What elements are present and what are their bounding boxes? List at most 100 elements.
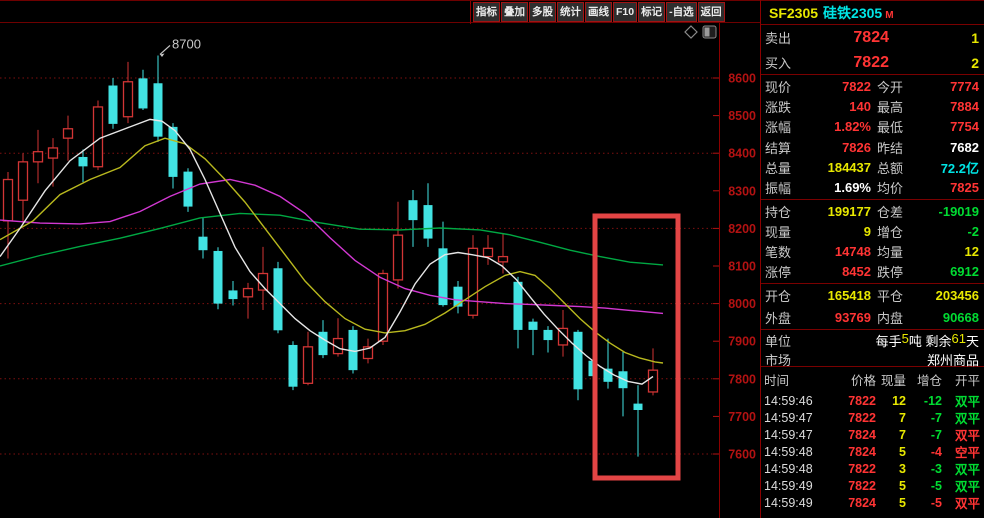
quote-label: 总额	[871, 158, 913, 177]
tape-row: 14:59:4778227-7双平	[761, 408, 984, 425]
axis-label-7800: 7800	[728, 372, 756, 386]
candle-down	[544, 330, 553, 340]
toolbar-button-画线[interactable]: 画线	[585, 2, 612, 22]
tape-row: 14:59:4878223-3双平	[761, 459, 984, 476]
tape-cell-qty: 5	[876, 496, 906, 510]
toolbar-button-指标[interactable]: 指标	[473, 2, 500, 22]
tape-row: 14:59:4978245-5双平	[761, 493, 984, 510]
kline-chart[interactable]: 8700860085008400830082008100800079007800…	[0, 23, 760, 518]
toolbar-button-统计[interactable]: 统计	[557, 2, 584, 22]
tape-cell-time: 14:59:49	[764, 496, 828, 510]
quote-label: 跌停	[871, 262, 913, 281]
quote-label: 开仓	[765, 286, 803, 305]
quote-value: -2	[913, 224, 979, 239]
tape-cell-delta: -4	[906, 445, 942, 459]
tape-cell-delta: -5	[906, 496, 942, 510]
candle-down	[214, 251, 223, 304]
quote-label: 现价	[765, 77, 803, 96]
candle-down	[199, 237, 208, 251]
toolbar-button-叠加[interactable]: 叠加	[501, 2, 528, 22]
tape-cell-qty: 3	[876, 462, 906, 476]
axis-label-8000: 8000	[728, 297, 756, 311]
tape-header-cell: 现量	[876, 370, 906, 389]
info-value: 每手5吨 剩余61天	[876, 331, 979, 350]
candle-down	[139, 78, 148, 108]
tape-header: 时间价格现量增仓开平	[761, 367, 984, 391]
quote-label: 结算	[765, 138, 803, 157]
quote-label: 持仓	[765, 202, 803, 221]
candle-down	[514, 282, 523, 330]
candle-up	[304, 347, 313, 383]
quote-label: 涨跌	[765, 97, 803, 116]
tape-header-cell: 增仓	[906, 370, 942, 389]
candle-up	[469, 248, 478, 315]
tape-row: 14:59:4978225-5双平	[761, 476, 984, 493]
period-flag: M	[885, 10, 893, 21]
quote-value: 165418	[803, 288, 871, 303]
candle-up	[124, 82, 133, 117]
info-seg: 61	[952, 331, 966, 350]
bid-label: 买入	[765, 53, 809, 72]
tape-cell-price: 7824	[828, 428, 876, 442]
tape-cell-delta: -5	[906, 479, 942, 493]
quote-row: 现量9增仓-2	[765, 222, 979, 241]
quote-value: 9	[803, 224, 871, 239]
tape-cell-time: 14:59:47	[764, 428, 828, 442]
high-annotation-arrow	[160, 45, 170, 54]
toolbar-button-返回[interactable]: 返回	[698, 2, 725, 22]
quote-value: 14748	[803, 244, 871, 259]
diamond-icon[interactable]	[685, 26, 697, 38]
candle-up	[64, 129, 73, 138]
candle-down	[79, 157, 88, 166]
quote-value: 93769	[803, 310, 871, 325]
contract-info: 单位每手5吨 剩余61天市场郑州商品	[761, 330, 984, 367]
tape-cell-time: 14:59:49	[764, 479, 828, 493]
quote-label: 平仓	[871, 286, 913, 305]
quote-value: 184437	[803, 160, 871, 175]
ask-price: 7824	[809, 29, 889, 47]
tape-cell-price: 7822	[828, 394, 876, 408]
candle-up	[244, 289, 253, 297]
tape-row: 14:59:4878245-4空平	[761, 442, 984, 459]
tape-cell-delta: -12	[906, 394, 942, 408]
axis-label-8200: 8200	[728, 222, 756, 236]
tape-cell-delta: -7	[906, 428, 942, 442]
toolbar-button-F10[interactable]: F10	[613, 2, 637, 22]
axis-label-7900: 7900	[728, 335, 756, 349]
toolbar-button--自选[interactable]: -自选	[666, 2, 697, 22]
bid-row[interactable]: 买入 7822 2	[761, 50, 984, 75]
highlight-rect-annotation[interactable]	[595, 216, 678, 478]
toolbar-button-group: 指标叠加多股统计画线F10标记-自选返回	[473, 2, 725, 22]
candle-down	[109, 86, 118, 124]
quote-row: 涨跌140最高7884	[765, 97, 979, 116]
kline-svg[interactable]: 8700860085008400830082008100800079007800…	[0, 23, 760, 518]
ask-qty: 1	[889, 30, 979, 46]
candle-up	[484, 248, 493, 256]
toolbar-button-标记[interactable]: 标记	[638, 2, 665, 22]
quote-label: 涨幅	[765, 117, 803, 136]
info-seg: 剩余	[926, 331, 952, 350]
quote-value: 8452	[803, 264, 871, 279]
info-label: 单位	[765, 331, 791, 350]
quote-label: 均价	[871, 178, 913, 197]
quote-label: 总量	[765, 158, 803, 177]
quote-label: 最低	[871, 117, 913, 136]
quote-label: 今开	[871, 77, 913, 96]
candle-down	[319, 332, 328, 355]
axis-label-8600: 8600	[728, 72, 756, 86]
candle-down	[409, 200, 418, 220]
candle-down	[424, 205, 433, 238]
tape-cell-time: 14:59:47	[764, 411, 828, 425]
quote-value: 7826	[803, 140, 871, 155]
quote-value: 6912	[913, 264, 979, 279]
ask-row[interactable]: 卖出 7824 1	[761, 25, 984, 50]
info-seg: 5	[902, 331, 909, 350]
quote-value: 7682	[913, 140, 979, 155]
tape-section[interactable]: 时间价格现量增仓开平 14:59:46782212-12双平14:59:4778…	[761, 367, 984, 518]
bid-qty: 2	[889, 55, 979, 71]
toolbar-button-多股[interactable]: 多股	[529, 2, 556, 22]
candle-up	[649, 370, 658, 392]
bid-price: 7822	[809, 54, 889, 72]
axis-label-8400: 8400	[728, 147, 756, 161]
quote-value: 7884	[913, 99, 979, 114]
